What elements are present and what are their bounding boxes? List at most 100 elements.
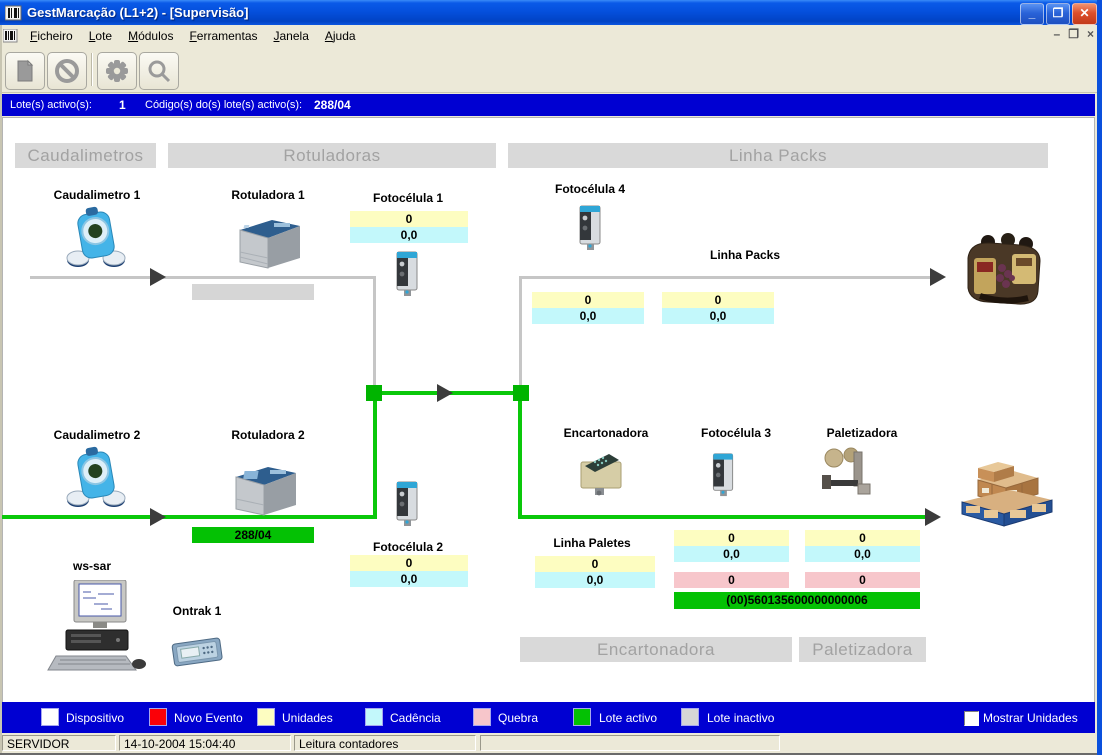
- search-button[interactable]: [139, 52, 179, 90]
- mostrar-unidades-label: Mostrar Unidades: [983, 711, 1078, 725]
- fotocelula1-icon[interactable]: [394, 248, 421, 303]
- fotocelula2-label: Fotocélula 2: [373, 540, 443, 554]
- minimize-button[interactable]: _: [1020, 3, 1044, 25]
- linha-packs1-units-counter: 0: [532, 292, 644, 308]
- line1-gray-horizontal: [30, 276, 376, 279]
- fotocelula4-icon[interactable]: [577, 202, 604, 257]
- fotocelula2-icon[interactable]: [394, 478, 421, 533]
- legend-swatch-unidades: [258, 709, 274, 725]
- toolbar-separator: [91, 53, 93, 86]
- ontrak1-label: Ontrak 1: [173, 604, 222, 618]
- rotuladora2-label: Rotuladora 2: [231, 428, 304, 442]
- mdi-minimize-button[interactable]: –: [1054, 27, 1061, 41]
- legend-swatch-quebra: [474, 709, 490, 725]
- paletizadora-cadencia-counter: 0,0: [805, 546, 920, 562]
- ontrak1-icon[interactable]: [170, 633, 224, 674]
- mdi-close-button[interactable]: ×: [1087, 27, 1094, 41]
- ws-sar-label: ws-sar: [73, 559, 111, 573]
- settings-button[interactable]: [97, 52, 137, 90]
- rotuladora1-icon[interactable]: [234, 214, 302, 275]
- fotocelula1-cadencia-counter: 0,0: [350, 227, 468, 243]
- caudalimetro2-icon[interactable]: [64, 445, 128, 514]
- legend-label-quebra: Quebra: [498, 711, 538, 725]
- paletizadora-label: Paletizadora: [827, 426, 898, 440]
- legend-swatch-lote-inactivo: [682, 709, 698, 725]
- legend-label-cadencia: Cadência: [390, 711, 441, 725]
- ws-sar-icon[interactable]: [46, 580, 148, 683]
- menu-modulos[interactable]: Módulos: [120, 26, 181, 46]
- menu-ferramentas[interactable]: Ferramentas: [181, 26, 265, 46]
- mdi-restore-button[interactable]: ❐: [1068, 27, 1079, 41]
- menu-lote[interactable]: Lote: [81, 26, 120, 46]
- legend-bar: Dispositivo Novo Evento Unidades Cadênci…: [2, 702, 1095, 733]
- status-server: SERVIDOR: [2, 735, 116, 751]
- section-caudalimetros: Caudalimetros: [15, 143, 156, 168]
- rotuladora1-lote-badge: [192, 284, 314, 300]
- rotuladora2-icon[interactable]: [230, 463, 298, 522]
- linha-packs2-cadencia-counter: 0,0: [662, 308, 774, 324]
- fotocelula1-units-counter: 0: [350, 211, 468, 227]
- status-activity: Leitura contadores: [294, 735, 476, 751]
- linha-packs2-units-counter: 0: [662, 292, 774, 308]
- cancel-button[interactable]: [47, 52, 87, 90]
- palette-product-image: [948, 458, 1063, 535]
- rotuladora2-lote-badge: 288/04: [192, 527, 314, 543]
- legend-swatch-dispositivo: [42, 709, 58, 725]
- fotocelula2-cadencia-counter: 0,0: [350, 571, 468, 587]
- linha-packs-label: Linha Packs: [710, 248, 780, 262]
- caudalimetro2-label: Caudalimetro 2: [54, 428, 141, 442]
- menu-ajuda[interactable]: Ajuda: [317, 26, 364, 46]
- active-codes-label: Código(s) do(s) lote(s) activo(s):: [145, 99, 302, 111]
- menu-janela[interactable]: Janela: [266, 26, 317, 46]
- paletizadora-quebra-counter: 0: [805, 572, 920, 588]
- legend-label-dispositivo: Dispositivo: [66, 711, 124, 725]
- menu-bar: Ficheiro Lote Módulos Ferramentas Janela…: [0, 25, 1102, 48]
- paletizadora-units-counter: 0: [805, 530, 920, 546]
- status-datetime: 14-10-2004 15:04:40: [119, 735, 291, 751]
- active-lots-label: Lote(s) activo(s):: [10, 99, 92, 111]
- menu-ficheiro[interactable]: Ficheiro: [22, 26, 81, 46]
- window-title: GestMarcação (L1+2) - [Supervisão]: [27, 5, 248, 20]
- junction-node-right: [513, 385, 529, 401]
- linha-paletes-label: Linha Paletes: [553, 536, 630, 550]
- cancel-icon: [54, 58, 80, 84]
- fotocelula3-quebra-counter: 0: [674, 572, 789, 588]
- line2-flow-arrow: [150, 508, 166, 526]
- section-rotuladoras: Rotuladoras: [168, 143, 496, 168]
- window-left-border: [0, 25, 2, 753]
- status-bar: SERVIDOR 14-10-2004 15:04:40 Leitura con…: [0, 733, 1102, 753]
- mostrar-unidades-checkbox[interactable]: [964, 711, 979, 726]
- line1-gray-vertical: [373, 276, 376, 388]
- new-document-button[interactable]: [5, 52, 45, 90]
- section-linha-packs: Linha Packs: [508, 143, 1048, 168]
- paletes-green-vertical: [518, 395, 522, 518]
- fotocelula3-units-counter: 0: [674, 530, 789, 546]
- active-lots-bar: Lote(s) activo(s): 1 Código(s) do(s) lot…: [2, 94, 1095, 116]
- caudalimetro1-icon[interactable]: [64, 205, 128, 274]
- line1-flow-arrow: [150, 268, 166, 286]
- packs-gray-horizontal: [521, 276, 933, 279]
- title-bar: GestMarcação (L1+2) - [Supervisão] _ ❐ ✕: [0, 0, 1102, 25]
- barcode-app-icon: [5, 5, 22, 21]
- status-extra: [480, 735, 780, 751]
- section-encartonadora: Encartonadora: [520, 637, 792, 662]
- fotocelula2-units-counter: 0: [350, 555, 468, 571]
- legend-swatch-novo-evento: [150, 709, 166, 725]
- fotocelula1-label: Fotocélula 1: [373, 191, 443, 205]
- packs-product-image: [960, 232, 1048, 317]
- new-document-icon: [13, 59, 37, 83]
- fotocelula3-icon[interactable]: [710, 450, 737, 503]
- barcode-mdi-icon: [3, 29, 18, 43]
- junction-node-left: [366, 385, 382, 401]
- legend-swatch-lote-activo: [574, 709, 590, 725]
- paletizadora-icon[interactable]: [818, 446, 872, 503]
- section-paletizadora: Paletizadora: [799, 637, 926, 662]
- active-codes-value: 288/04: [314, 98, 351, 112]
- junction-flow-arrow: [437, 384, 453, 402]
- close-button[interactable]: ✕: [1072, 3, 1097, 25]
- restore-button[interactable]: ❐: [1046, 3, 1070, 25]
- encartonadora-icon[interactable]: [575, 446, 627, 501]
- supervision-canvas: [2, 117, 1095, 703]
- paletes-end-arrow: [925, 508, 941, 526]
- rotuladora1-label: Rotuladora 1: [231, 188, 304, 202]
